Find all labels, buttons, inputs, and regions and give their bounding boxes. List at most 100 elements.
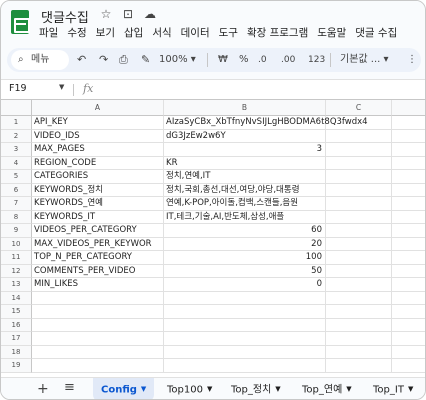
cell-key[interactable]: VIDEOS_PER_CATEGORY <box>32 224 164 238</box>
menu-view[interactable]: 보기 <box>96 25 115 40</box>
cell-key[interactable]: COMMENTS_PER_VIDEO <box>32 264 164 278</box>
cell-value[interactable]: 정치,국회,총선,대선,여당,야당,대통령 <box>164 183 326 197</box>
row-header[interactable]: 11 <box>1 251 32 265</box>
row-header[interactable]: 14 <box>1 291 32 305</box>
cell-empty[interactable] <box>326 183 392 197</box>
cell-empty[interactable] <box>392 251 425 265</box>
column-header-a[interactable]: A <box>32 100 164 116</box>
row-header[interactable]: 13 <box>1 278 32 292</box>
cell-empty[interactable] <box>392 305 425 319</box>
menu-format[interactable]: 서식 <box>152 25 171 40</box>
percent-format-button[interactable]: % <box>239 53 249 67</box>
cell-empty[interactable] <box>326 116 392 130</box>
cell-key[interactable]: KEYWORDS_IT <box>32 210 164 224</box>
cell-value[interactable] <box>164 332 326 346</box>
cell-empty[interactable] <box>326 197 392 211</box>
cell-value[interactable]: dG3JzEw2w6Y <box>164 129 326 143</box>
increase-decimal-button[interactable]: .00 <box>281 53 295 67</box>
menu-search[interactable]: ⌕ 메뉴 <box>11 50 69 70</box>
cell-value[interactable] <box>164 318 326 332</box>
chevron-down-icon[interactable]: ▼ <box>207 385 212 393</box>
cell-key[interactable]: KEYWORDS_연예 <box>32 197 164 211</box>
cell-empty[interactable] <box>392 130 425 143</box>
cell-empty[interactable] <box>392 265 425 278</box>
cell-key[interactable]: MAX_VIDEOS_PER_KEYWOR <box>32 237 164 251</box>
row-header[interactable]: 5 <box>1 170 32 184</box>
row-header[interactable]: 10 <box>1 237 32 251</box>
cell-empty[interactable] <box>392 319 425 332</box>
sheet-grid[interactable]: A B C 1 API_KEY AIzaSyCBx_XbTfnyNvSIJLgHBO… <box>1 99 425 377</box>
menu-help[interactable]: 도움말 <box>317 25 346 40</box>
menu-comment-collect[interactable]: 댓글 수집 <box>355 25 397 40</box>
move-folder-icon[interactable]: ⊡ <box>121 7 135 21</box>
cell-empty[interactable] <box>392 238 425 251</box>
cell-empty[interactable] <box>326 129 392 143</box>
chevron-down-icon[interactable]: ▼ <box>275 385 280 393</box>
document-title[interactable]: 댓글수집 <box>41 7 89 26</box>
cell-empty[interactable] <box>326 332 392 346</box>
cell-value[interactable]: 100 <box>164 251 326 265</box>
decrease-decimal-button[interactable]: .0 <box>258 53 267 67</box>
cell-key[interactable]: VIDEO_IDS <box>32 129 164 143</box>
cell-empty[interactable] <box>326 237 392 251</box>
cell-key[interactable] <box>32 345 164 359</box>
row-header[interactable]: 1 <box>1 116 32 130</box>
cell-value[interactable]: 연예,K-POP,아이돌,컴백,스캔들,음원 <box>164 197 326 211</box>
select-all-corner[interactable] <box>1 100 32 116</box>
sheet-tab-config[interactable]: Config ▼ <box>93 378 155 399</box>
row-header[interactable]: 12 <box>1 264 32 278</box>
cell-empty[interactable] <box>326 291 392 305</box>
cloud-status-icon[interactable]: ☁ <box>143 7 157 21</box>
chevron-down-icon[interactable]: ▼ <box>408 385 413 393</box>
row-header[interactable]: 9 <box>1 224 32 238</box>
menu-tools[interactable]: 도구 <box>219 25 238 40</box>
cell-empty[interactable] <box>326 210 392 224</box>
row-header[interactable]: 8 <box>1 210 32 224</box>
cell-key[interactable] <box>32 305 164 319</box>
cell-empty[interactable] <box>392 332 425 346</box>
cell-key[interactable] <box>32 291 164 305</box>
cell-empty[interactable] <box>326 318 392 332</box>
add-sheet-icon[interactable]: + <box>37 381 49 397</box>
sheet-tab-top-entertainment[interactable]: Top_연예 ▼ <box>302 378 352 399</box>
row-header[interactable]: 19 <box>1 359 32 373</box>
print-icon[interactable]: ⎙ <box>119 53 128 67</box>
cell-empty[interactable] <box>392 170 425 184</box>
undo-icon[interactable]: ↶ <box>77 53 86 67</box>
sheets-logo-icon[interactable] <box>11 10 30 34</box>
cell-empty[interactable] <box>392 278 425 292</box>
cell-key[interactable] <box>32 359 164 373</box>
cell-empty[interactable] <box>326 264 392 278</box>
cell-value[interactable]: 60 <box>164 224 326 238</box>
cell-empty[interactable] <box>326 278 392 292</box>
cell-empty[interactable] <box>326 224 392 238</box>
cell-empty[interactable] <box>392 197 425 211</box>
row-header[interactable]: 6 <box>1 183 32 197</box>
cell-value[interactable] <box>164 359 326 373</box>
cell-key[interactable]: MIN_LIKES <box>32 278 164 292</box>
cell-empty[interactable] <box>326 345 392 359</box>
menu-file[interactable]: 파일 <box>39 25 58 40</box>
column-header-b[interactable]: B <box>164 100 326 116</box>
cell-value[interactable] <box>164 305 326 319</box>
cell-empty[interactable] <box>326 170 392 184</box>
cell-empty[interactable] <box>392 157 425 170</box>
cell-value[interactable] <box>164 345 326 359</box>
cell-value[interactable] <box>164 291 326 305</box>
row-header[interactable]: 4 <box>1 156 32 170</box>
menu-extensions[interactable]: 확장 프로그램 <box>247 25 308 40</box>
chevron-down-icon[interactable]: ▼ <box>59 83 64 91</box>
cell-empty[interactable] <box>392 346 425 359</box>
sheet-tab-top-it[interactable]: Top_IT ▼ <box>373 378 413 399</box>
cell-key[interactable]: CATEGORIES <box>32 170 164 184</box>
cell-empty[interactable] <box>392 143 425 157</box>
cell-value[interactable]: KR <box>164 156 326 170</box>
cell-value[interactable]: AIzaSyCBx_XbTfnyNvSIJLgHBODMA6t8Q3fwdx4 <box>164 116 368 130</box>
chevron-down-icon[interactable]: ▼ <box>346 385 351 393</box>
cell-key[interactable] <box>32 318 164 332</box>
cell-key[interactable]: API_KEY <box>32 116 164 130</box>
cell-value[interactable]: 20 <box>164 237 326 251</box>
number-format-button[interactable]: 123 <box>308 53 325 67</box>
row-header[interactable]: 18 <box>1 345 32 359</box>
cell-empty[interactable] <box>326 251 392 265</box>
